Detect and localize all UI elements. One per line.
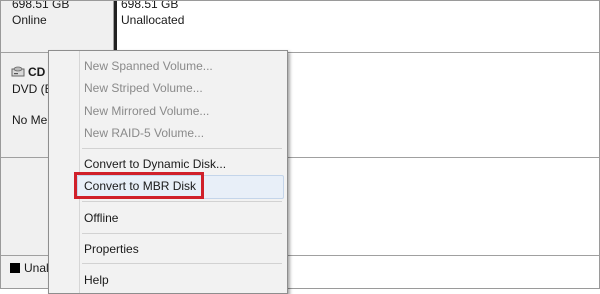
menu-separator — [82, 201, 282, 202]
menu-item-offline[interactable]: Offline — [84, 211, 118, 225]
menu-separator — [82, 263, 282, 264]
cd-disk-type: DVD (E — [12, 82, 53, 96]
disk-size-label: 698.51 GB — [12, 0, 70, 11]
menu-item-new-spanned-volume[interactable]: New Spanned Volume... — [84, 59, 213, 73]
cd-media-status: No Me — [12, 113, 48, 127]
disk-status-label: Online — [12, 13, 47, 27]
menu-item-new-raid5-volume[interactable]: New RAID-5 Volume... — [84, 126, 204, 140]
unallocated-partition[interactable]: 698.51 GB Unallocated — [114, 0, 599, 51]
legend-label: Unal — [24, 261, 49, 275]
unallocated-legend-swatch — [10, 263, 20, 273]
menu-item-new-mirrored-volume[interactable]: New Mirrored Volume... — [84, 104, 209, 118]
cd-disk-label: CD — [28, 65, 46, 79]
partition-size-label: 698.51 GB — [121, 0, 179, 11]
menu-item-help[interactable]: Help — [84, 273, 109, 287]
menu-separator — [82, 233, 282, 234]
annotation-highlight-box — [74, 172, 204, 199]
menu-item-properties[interactable]: Properties — [84, 242, 139, 256]
menu-item-convert-dynamic-disk[interactable]: Convert to Dynamic Disk... — [84, 157, 226, 171]
menu-item-new-striped-volume[interactable]: New Striped Volume... — [84, 81, 203, 95]
partition-status-label: Unallocated — [121, 13, 185, 27]
menu-separator — [82, 148, 282, 149]
cd-drive-icon — [11, 66, 25, 77]
